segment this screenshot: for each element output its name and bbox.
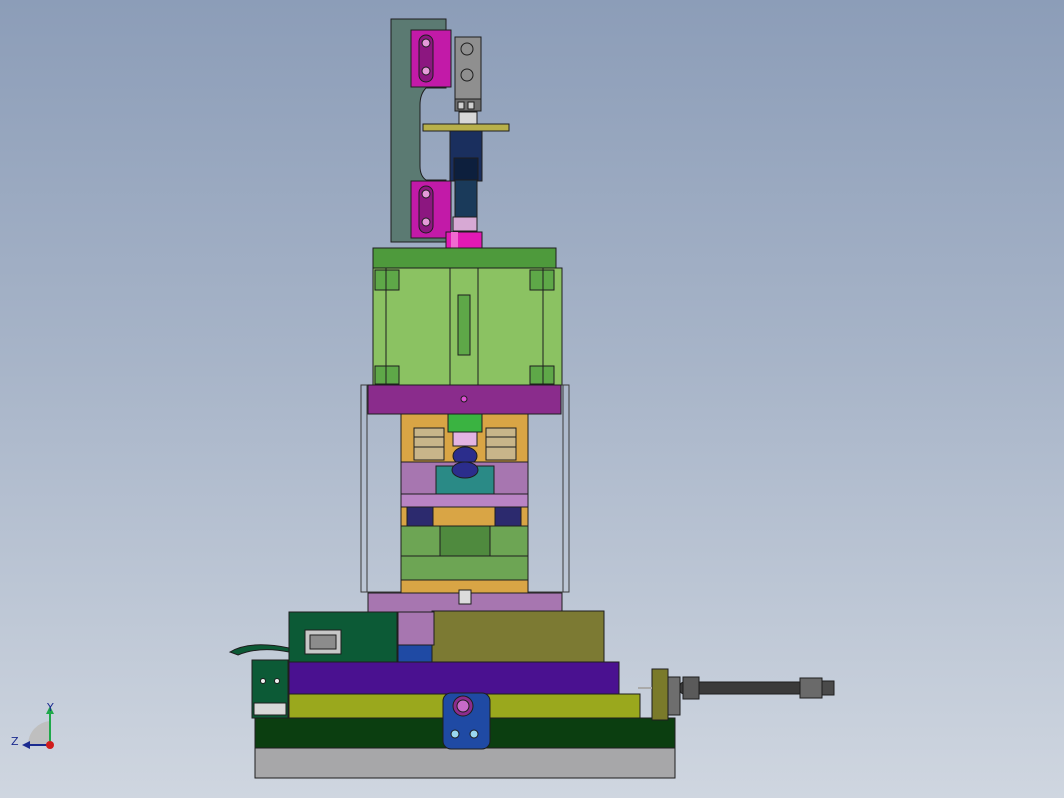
gray-bottom-plate [254, 747, 676, 779]
triad-z-label: Z [11, 735, 19, 748]
cad-viewport[interactable]: Y Z [0, 0, 1064, 798]
violet-stripper-plate [400, 493, 529, 508]
assembly-drawing [22, 18, 835, 779]
clamp-lever [228, 644, 290, 656]
side-air-cylinder [679, 681, 813, 695]
purple-base-plate [288, 661, 620, 695]
blue-locating-block [397, 644, 433, 663]
yellow-stop-plate [422, 123, 510, 132]
olive-lower-block [431, 610, 605, 663]
green-guide-top-strip [372, 247, 557, 269]
triad-y-label: Y [47, 701, 54, 714]
gray-mount-block [454, 36, 482, 100]
